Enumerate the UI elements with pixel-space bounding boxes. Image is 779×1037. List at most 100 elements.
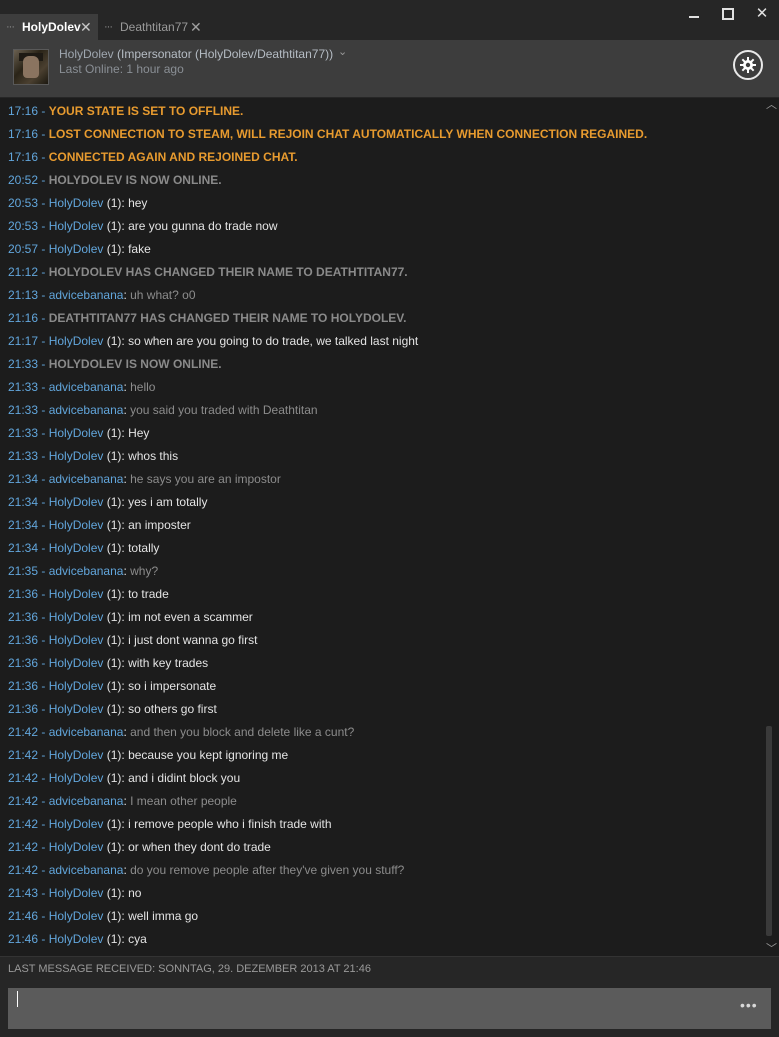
message-separator: - — [38, 794, 49, 808]
sender-name[interactable]: HolyDolev — [49, 449, 104, 463]
sender-count: (1) — [106, 702, 122, 716]
message-text: to trade — [128, 587, 169, 601]
sender-name[interactable]: HolyDolev — [49, 426, 104, 440]
message-separator: - — [38, 771, 49, 785]
sender-count: (1) — [106, 495, 122, 509]
sender-count: (1) — [106, 334, 122, 348]
message-text: uh what? o0 — [130, 288, 196, 302]
friend-name[interactable]: HolyDolev (Impersonator (HolyDolev/Death… — [59, 47, 333, 61]
message-text: so others go first — [128, 702, 217, 716]
sender-name[interactable]: HolyDolev — [49, 541, 104, 555]
chat-message: 21:42 - HolyDolev (1): because you kept … — [8, 744, 288, 767]
message-input[interactable] — [8, 988, 771, 1029]
chat-message: 20:53 - HolyDolev (1): hey — [8, 192, 147, 215]
sender-count: (1) — [106, 886, 122, 900]
message-text: are you gunna do trade now — [128, 219, 278, 233]
sender-name[interactable]: HolyDolev — [49, 587, 104, 601]
message-text: i remove people who i finish trade with — [128, 817, 332, 831]
message-time: 21:33 — [8, 403, 39, 417]
chevron-down-icon[interactable]: ⌄ — [338, 45, 347, 58]
message-text: no — [128, 886, 142, 900]
sender-name[interactable]: HolyDolev — [49, 633, 104, 647]
tab-drag-handle-icon[interactable]: ··· — [104, 14, 113, 40]
message-time: 21:34 — [8, 472, 39, 486]
message-time: 21:13 — [8, 288, 39, 302]
message-separator: - — [38, 311, 49, 325]
message-text: or when they dont do trade — [128, 840, 271, 854]
chat-message: 21:42 - advicebanana: and then you block… — [8, 721, 354, 744]
tab-close-icon[interactable]: ✕ — [190, 14, 202, 40]
sender-name[interactable]: HolyDolev — [49, 495, 104, 509]
tab-drag-handle-icon[interactable]: ··· — [6, 14, 15, 40]
tab-close-icon[interactable]: ✕ — [80, 14, 92, 40]
sender-name[interactable]: HolyDolev — [49, 219, 104, 233]
more-options-icon[interactable]: ••• — [740, 997, 758, 1013]
sender-name[interactable]: advicebanana — [49, 794, 124, 808]
chat-message: 21:42 - advicebanana: do you remove peop… — [8, 859, 404, 882]
chat-message: 21:36 - HolyDolev (1): i just dont wanna… — [8, 629, 257, 652]
chat-message: 21:43 - HolyDolev (1): no — [8, 882, 141, 905]
avatar[interactable] — [13, 49, 49, 85]
message-text: im not even a scammer — [128, 610, 253, 624]
sender-name[interactable]: HolyDolev — [49, 518, 104, 532]
sender-name[interactable]: HolyDolev — [49, 334, 104, 348]
sender-name[interactable]: advicebanana — [49, 863, 124, 877]
sender-count: (1) — [106, 219, 122, 233]
sender-name[interactable]: advicebanana — [49, 380, 124, 394]
message-time: 21:36 — [8, 587, 39, 601]
sender-count: (1) — [106, 656, 122, 670]
scroll-up-icon[interactable]: ︿ — [766, 96, 777, 112]
scrollbar-thumb[interactable] — [766, 726, 772, 936]
sender-name[interactable]: HolyDolev — [49, 817, 104, 831]
sender-name[interactable]: HolyDolev — [49, 196, 104, 210]
last-message-status: LAST MESSAGE RECEIVED: SONNTAG, 29. DEZE… — [0, 956, 779, 981]
chat-message: 21:34 - HolyDolev (1): totally — [8, 537, 159, 560]
maximize-icon[interactable] — [718, 4, 738, 24]
sender-name[interactable]: HolyDolev — [49, 702, 104, 716]
sender-name[interactable]: HolyDolev — [49, 932, 104, 946]
message-separator: - — [38, 127, 49, 141]
sender-count: (1) — [106, 932, 122, 946]
scroll-down-icon[interactable]: ﹀ — [766, 940, 777, 956]
sender-name[interactable]: HolyDolev — [49, 679, 104, 693]
last-message-text: LAST MESSAGE RECEIVED: SONNTAG, 29. DEZE… — [8, 963, 371, 975]
message-text: so i impersonate — [128, 679, 217, 693]
tab-holydolev[interactable]: ··· HolyDolev ✕ — [0, 14, 98, 40]
sender-name[interactable]: HolyDolev — [49, 840, 104, 854]
sender-name[interactable]: advicebanana — [49, 472, 124, 486]
sender-name[interactable]: HolyDolev — [49, 886, 104, 900]
message-separator: - — [38, 886, 49, 900]
sender-count: (1) — [106, 771, 122, 785]
sender-name[interactable]: advicebanana — [49, 403, 124, 417]
message-text: fake — [128, 242, 151, 256]
settings-button[interactable] — [733, 50, 763, 80]
window-close-icon[interactable]: ✕ — [752, 4, 772, 24]
chat-message: 21:42 - advicebanana: I mean other peopl… — [8, 790, 237, 813]
sender-name[interactable]: HolyDolev — [49, 748, 104, 762]
message-time: 21:42 — [8, 725, 39, 739]
chat-message: 21:36 - HolyDolev (1): to trade — [8, 583, 169, 606]
sender-name[interactable]: HolyDolev — [49, 656, 104, 670]
chat-message: 20:57 - HolyDolev (1): fake — [8, 238, 151, 261]
sender-name[interactable]: HolyDolev — [49, 771, 104, 785]
sender-name[interactable]: advicebanana — [49, 725, 124, 739]
message-time: 17:16 — [8, 104, 39, 118]
message-time: 21:12 — [8, 265, 39, 279]
sender-name[interactable]: advicebanana — [49, 564, 124, 578]
sender-name[interactable]: HolyDolev — [49, 909, 104, 923]
sender-name[interactable]: HolyDolev — [49, 242, 104, 256]
friend-nickname: (Impersonator (HolyDolev/Deathtitan77)) — [117, 47, 334, 61]
chat-log[interactable]: 17:16 - YOUR STATE IS SET TO OFFLINE. 17:… — [0, 98, 779, 956]
sender-name[interactable]: HolyDolev — [49, 610, 104, 624]
message-time: 21:36 — [8, 633, 39, 647]
sender-count: (1) — [106, 587, 122, 601]
sender-count: (1) — [106, 518, 122, 532]
tab-label: Deathtitan77 — [120, 20, 189, 34]
message-time: 17:16 — [8, 127, 39, 141]
friend-persona: HolyDolev — [59, 47, 114, 61]
sender-name[interactable]: advicebanana — [49, 288, 124, 302]
tab-deathtitan77[interactable]: ··· Deathtitan77 ✕ — [98, 14, 208, 40]
chat-message: 21:33 - HolyDolev (1): whos this — [8, 445, 178, 468]
message-separator: - — [38, 219, 49, 233]
minimize-icon[interactable] — [684, 4, 704, 24]
